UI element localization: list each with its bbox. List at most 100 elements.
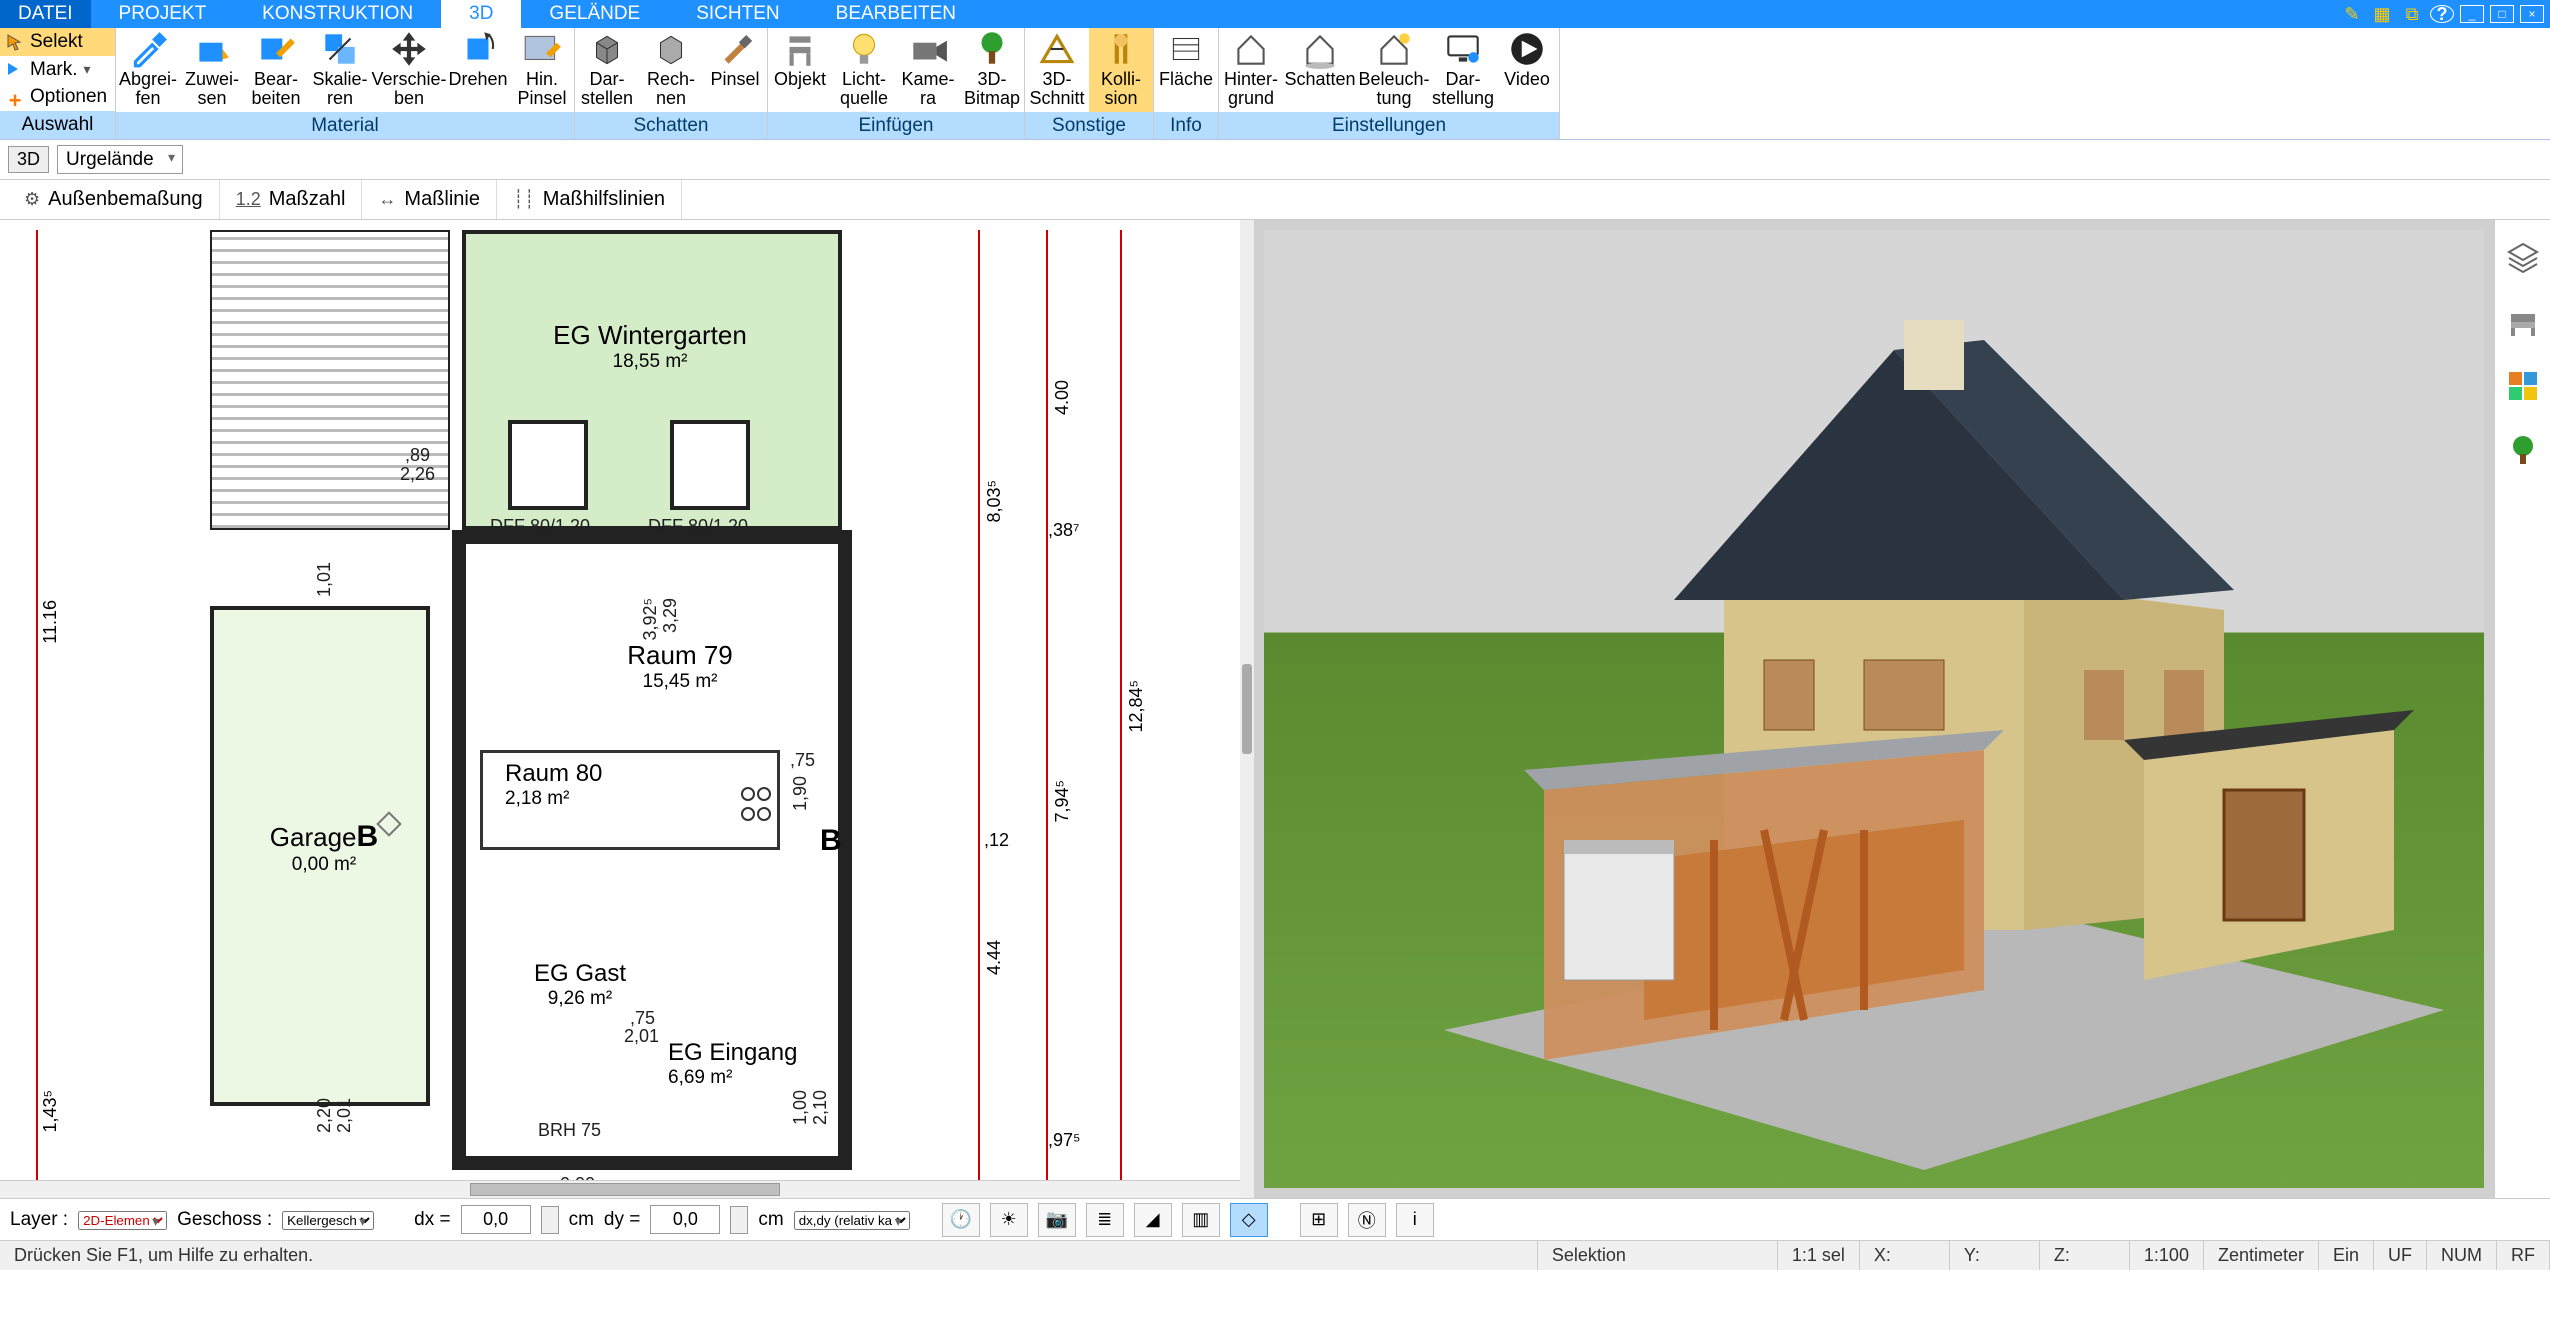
right-toolbar bbox=[2494, 220, 2550, 1198]
mini-sun-icon[interactable]: ☀ bbox=[990, 1203, 1028, 1237]
win-dff2 bbox=[670, 420, 750, 510]
mini-grid-icon[interactable]: ⊞ bbox=[1300, 1203, 1338, 1237]
dy-input[interactable] bbox=[650, 1205, 720, 1234]
dx-input[interactable] bbox=[461, 1205, 531, 1234]
menu-konstruktion[interactable]: KONSTRUKTION bbox=[234, 0, 441, 28]
chevron-down-icon: ▾ bbox=[84, 61, 91, 78]
minimize-button[interactable]: _ bbox=[2460, 5, 2484, 23]
dim-012: ,12 bbox=[984, 830, 1009, 851]
plus-icon: + bbox=[6, 88, 24, 106]
dx-spinner[interactable] bbox=[541, 1206, 559, 1234]
menu-projekt[interactable]: PROJEKT bbox=[91, 0, 235, 28]
geschoss-select[interactable]: Kellergesch bbox=[282, 1211, 374, 1230]
coordmode-select[interactable]: dx,dy (relativ ka bbox=[794, 1211, 910, 1230]
dim-4-44: 4.44 bbox=[984, 940, 1005, 975]
btn-3dschnitt[interactable]: 3D-Schnitt bbox=[1025, 28, 1089, 112]
view-3d-toggle[interactable]: 3D bbox=[8, 146, 49, 173]
btn-rechnen[interactable]: Rech-nen bbox=[639, 28, 703, 112]
btn-masshilfs[interactable]: ┊┊Maßhilfslinien bbox=[497, 180, 682, 219]
btn-darstellung[interactable]: Dar-stellung bbox=[1431, 28, 1495, 112]
tool-icon-2[interactable]: ▦ bbox=[2370, 5, 2394, 23]
geschoss-label: Geschoss : bbox=[177, 1209, 272, 1231]
menu-bearbeiten[interactable]: BEARBEITEN bbox=[808, 0, 984, 28]
btn-abgreifen[interactable]: Abgrei-fen bbox=[116, 28, 180, 112]
pane-3d[interactable] bbox=[1254, 220, 2494, 1198]
btn-schatten-set[interactable]: Schatten bbox=[1283, 28, 1357, 112]
btn-hintergrund[interactable]: Hinter-grund bbox=[1219, 28, 1283, 112]
menubar: DATEI PROJEKT KONSTRUKTION 3D GELÄNDE SI… bbox=[0, 0, 2550, 28]
side-selekt[interactable]: Selekt bbox=[0, 28, 115, 56]
mini-plane-icon[interactable]: ◇ bbox=[1230, 1203, 1268, 1237]
btn-masszahl[interactable]: 1.2Maßzahl bbox=[220, 180, 363, 219]
mini-stack-icon[interactable]: ≣ bbox=[1086, 1203, 1124, 1237]
btn-video[interactable]: Video bbox=[1495, 28, 1559, 112]
terrain-select[interactable]: Urgelände bbox=[57, 145, 183, 174]
lab-brh: BRH 75 bbox=[538, 1120, 601, 1141]
btn-objekt[interactable]: Objekt bbox=[768, 28, 832, 112]
edit-icon bbox=[255, 30, 297, 68]
menu-sichten[interactable]: SICHTEN bbox=[668, 0, 807, 28]
btn-bearbeiten[interactable]: Bear-beiten bbox=[244, 28, 308, 112]
tool-icon-1[interactable]: ✎ bbox=[2340, 5, 2364, 23]
bghouse-icon bbox=[1230, 30, 1272, 68]
arrow-icon bbox=[6, 61, 24, 79]
btn-darstellen[interactable]: Dar-stellen bbox=[575, 28, 639, 112]
menu-file[interactable]: DATEI bbox=[0, 0, 91, 28]
mini-info-icon[interactable]: i bbox=[1396, 1203, 1434, 1237]
group-material: Abgrei-fen Zuwei-sen Bear-beiten Skalie-… bbox=[116, 28, 575, 139]
help-icon[interactable]: ? bbox=[2430, 5, 2454, 23]
group-material-label: Material bbox=[116, 112, 574, 139]
camera-icon bbox=[907, 30, 949, 68]
btn-aussenbemassung[interactable]: ⚙Außenbemaßung bbox=[8, 180, 220, 219]
hscrollbar[interactable] bbox=[0, 1180, 1240, 1198]
dim-210: 2,10 bbox=[810, 1090, 831, 1125]
btn-beleuchtung[interactable]: Beleuch-tung bbox=[1357, 28, 1431, 112]
menu-3d[interactable]: 3D bbox=[441, 0, 521, 28]
menu-gelaende[interactable]: GELÄNDE bbox=[521, 0, 668, 28]
btn-zuweisen[interactable]: Zuwei-sen bbox=[180, 28, 244, 112]
status-selektion: Selektion bbox=[1538, 1241, 1778, 1270]
btn-lichtquelle[interactable]: Licht-quelle▾ bbox=[832, 28, 896, 112]
dy-spinner[interactable] bbox=[730, 1206, 748, 1234]
btn-hinpinsel[interactable]: Hin.Pinsel bbox=[510, 28, 574, 112]
materials-icon[interactable] bbox=[2505, 368, 2541, 404]
mini-roof2-icon[interactable]: ▥ bbox=[1182, 1203, 1220, 1237]
btn-masslinie[interactable]: ↔Maßlinie bbox=[362, 180, 497, 219]
maximize-button[interactable]: □ bbox=[2490, 5, 2514, 23]
splitter[interactable] bbox=[1240, 220, 1254, 1198]
dim-8-03: 8,03⁵ bbox=[984, 480, 1005, 523]
trees-icon[interactable] bbox=[2505, 432, 2541, 468]
mini-roof1-icon[interactable]: ◢ bbox=[1134, 1203, 1172, 1237]
side-optionen[interactable]: + Optionen bbox=[0, 84, 115, 112]
dim-097: ,97⁵ bbox=[1048, 1130, 1080, 1151]
btn-kamera[interactable]: Kame-ra bbox=[896, 28, 960, 112]
layers-icon[interactable] bbox=[2505, 240, 2541, 276]
ribbon-side: Selekt Mark. ▾ + Optionen Auswahl bbox=[0, 28, 116, 139]
side-optionen-label: Optionen bbox=[30, 86, 107, 108]
dim-201b: 2,01 bbox=[624, 1026, 659, 1047]
tool-icon-3[interactable]: ⧉ bbox=[2400, 5, 2424, 23]
titlebar-controls: ✎ ▦ ⧉ ? _ □ × bbox=[2334, 0, 2550, 28]
btn-kollision[interactable]: Kolli-sion bbox=[1089, 28, 1153, 112]
close-button[interactable]: × bbox=[2520, 5, 2544, 23]
btn-3dbitmap[interactable]: 3D-Bitmap bbox=[960, 28, 1024, 112]
group-sonstige: 3D-Schnitt Kolli-sion Sonstige bbox=[1025, 28, 1154, 139]
toolbar-dim: ⚙Außenbemaßung 1.2Maßzahl ↔Maßlinie ┊┊Ma… bbox=[0, 180, 2550, 220]
mini-north-icon[interactable]: Ⓝ bbox=[1348, 1203, 1386, 1237]
side-mark[interactable]: Mark. ▾ bbox=[0, 56, 115, 84]
layer-select[interactable]: 2D-Elemen bbox=[78, 1211, 167, 1230]
mini-clock-icon[interactable]: 🕐 bbox=[942, 1203, 980, 1237]
monitor-icon bbox=[1442, 30, 1484, 68]
btn-drehen[interactable]: Drehen bbox=[446, 28, 510, 112]
scroll-thumb[interactable] bbox=[470, 1183, 780, 1196]
win-dff1 bbox=[508, 420, 588, 510]
pane-2d[interactable]: 4.00 8,03⁵ ,38⁷ 12,84⁵ 7,94⁵ 4.44 ,12 ,9… bbox=[0, 220, 1240, 1198]
dim-226: 2,26 bbox=[400, 464, 435, 485]
btn-flaeche[interactable]: Fläche bbox=[1154, 28, 1218, 112]
btn-skalieren[interactable]: Skalie-ren bbox=[308, 28, 372, 112]
brush-icon bbox=[714, 30, 756, 68]
furniture-icon[interactable] bbox=[2505, 304, 2541, 340]
btn-pinsel[interactable]: Pinsel bbox=[703, 28, 767, 112]
btn-verschieben[interactable]: Verschie-ben bbox=[372, 28, 446, 112]
mini-camera-icon[interactable]: 📷 bbox=[1038, 1203, 1076, 1237]
